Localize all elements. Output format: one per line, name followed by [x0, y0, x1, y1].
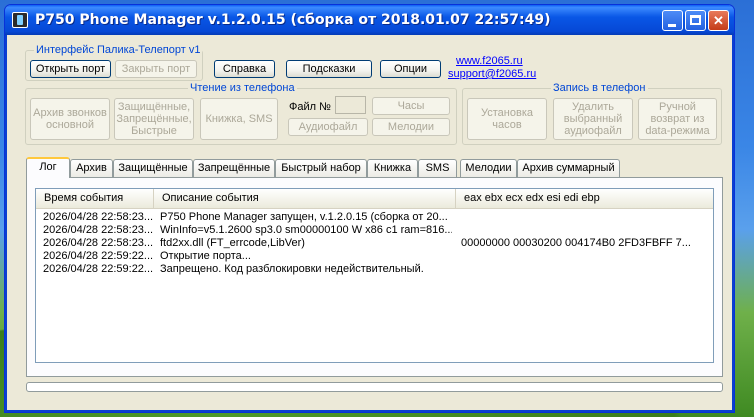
row-description: Открытие порта...	[160, 250, 251, 262]
row-description: Запрещено. Код разблокировки недействите…	[160, 263, 424, 275]
column-description[interactable]: Описание события	[154, 189, 456, 208]
tab-phonebook[interactable]: Книжка	[367, 159, 418, 177]
log-listview[interactable]: Время события Описание события eax ebx e…	[35, 188, 714, 363]
manual-return-line1: Ручной	[659, 101, 696, 113]
row-description: WinInfo=v5.1.2600 sp3.0 sm00000100 W x86…	[160, 224, 452, 236]
protected-line1: Защищённые,	[117, 101, 191, 113]
tab-log[interactable]: Лог	[26, 157, 70, 178]
row-registers	[461, 250, 711, 263]
row-time: 2026/04/28 22:58:23...	[43, 211, 153, 223]
row-registers: 00000000 00030200 004174B0 2FD3FBFF 7...	[461, 237, 691, 249]
delete-audio-button[interactable]: Удалить выбранный аудиофайл	[553, 98, 633, 140]
tab-forbidden[interactable]: Запрещённые	[193, 159, 275, 177]
audio-file-button[interactable]: Аудиофайл	[288, 118, 368, 136]
close-button[interactable]: ✕	[708, 10, 729, 31]
set-clock-line1: Установка	[481, 107, 533, 119]
column-registers[interactable]: eax ebx ecx edx esi edi ebp	[456, 189, 715, 208]
progress-bar	[26, 382, 723, 392]
clock-read-button[interactable]: Часы	[372, 97, 450, 115]
table-row[interactable]: 2026/04/28 22:58:23... P750 Phone Manage…	[36, 211, 713, 224]
title-bar[interactable]: P750 Phone Manager v.1.2.0.15 (сборка от…	[5, 5, 734, 35]
minimize-icon	[668, 24, 676, 27]
row-description: ftd2xx.dll (FT_errcode,LibVer)	[160, 237, 305, 249]
log-tab-panel: Время события Описание события eax ebx e…	[26, 177, 723, 377]
table-row[interactable]: 2026/04/28 22:59:22... Запрещено. Код ра…	[36, 263, 713, 276]
row-registers	[461, 263, 711, 276]
tab-speed-dial[interactable]: Быстрый набор	[275, 159, 367, 177]
close-icon: ✕	[713, 13, 724, 28]
options-button[interactable]: Опции	[380, 60, 441, 78]
delete-audio-line1: Удалить	[572, 101, 614, 113]
set-clock-button[interactable]: Установка часов	[467, 98, 547, 140]
table-row[interactable]: 2026/04/28 22:58:23... ftd2xx.dll (FT_er…	[36, 237, 713, 250]
log-header: Время события Описание события eax ebx e…	[36, 189, 713, 209]
row-registers	[461, 211, 711, 224]
row-time: 2026/04/28 22:59:22...	[43, 250, 153, 262]
tab-archive[interactable]: Архив	[70, 159, 113, 177]
tab-protected[interactable]: Защищённые	[113, 159, 193, 177]
close-port-button[interactable]: Закрыть порт	[115, 60, 197, 78]
protected-button[interactable]: Защищённые, Запрещённые, Быстрые	[114, 98, 194, 140]
melodies-button[interactable]: Мелодии	[372, 118, 450, 136]
call-archive-line1: Архив звонков	[33, 107, 107, 119]
manual-return-button[interactable]: Ручной возврат из data-режима	[638, 98, 717, 140]
row-time: 2026/04/28 22:59:22...	[43, 263, 153, 275]
row-description: P750 Phone Manager запущен, v.1.2.0.15 (…	[160, 211, 448, 223]
help-button[interactable]: Справка	[214, 60, 275, 78]
maximize-button[interactable]	[685, 10, 706, 31]
site-link[interactable]: www.f2065.ru	[456, 55, 523, 67]
row-time: 2026/04/28 22:58:23...	[43, 224, 153, 236]
row-time: 2026/04/28 22:58:23...	[43, 237, 153, 249]
protected-line2: Запрещённые,	[116, 113, 192, 125]
interface-group-label: Интерфейс Палика-Телепорт v1	[34, 44, 203, 56]
file-number-label: Файл №	[289, 101, 331, 113]
delete-audio-line2: выбранный	[563, 113, 623, 125]
app-icon	[12, 12, 28, 28]
window-title: P750 Phone Manager v.1.2.0.15 (сборка от…	[35, 12, 551, 28]
hints-button[interactable]: Подсказки	[286, 60, 372, 78]
main-window: P750 Phone Manager v.1.2.0.15 (сборка от…	[4, 4, 735, 413]
column-time[interactable]: Время события	[36, 189, 154, 208]
tab-sms[interactable]: SMS	[418, 159, 457, 177]
tab-archive-summary[interactable]: Архив суммарный	[517, 159, 620, 177]
row-registers	[461, 224, 711, 237]
minimize-button[interactable]	[662, 10, 683, 31]
write-group-label: Запись в телефон	[551, 82, 648, 94]
file-number-field[interactable]	[335, 96, 366, 114]
manual-return-line3: data-режима	[645, 125, 710, 137]
book-sms-button[interactable]: Книжка, SMS	[200, 98, 278, 140]
email-link[interactable]: support@f2065.ru	[448, 68, 536, 80]
call-archive-line2: основной	[45, 119, 94, 131]
call-archive-button[interactable]: Архив звонков основной	[30, 98, 110, 140]
set-clock-line2: часов	[492, 119, 522, 131]
protected-line3: Быстрые	[131, 125, 177, 137]
tab-melodies[interactable]: Мелодии	[460, 159, 517, 177]
table-row[interactable]: 2026/04/28 22:58:23... WinInfo=v5.1.2600…	[36, 224, 713, 237]
maximize-icon	[690, 15, 701, 25]
delete-audio-line3: аудиофайл	[564, 125, 622, 137]
open-port-button[interactable]: Открыть порт	[30, 60, 111, 78]
table-row[interactable]: 2026/04/28 22:59:22... Открытие порта...	[36, 250, 713, 263]
read-group-label: Чтение из телефона	[188, 82, 297, 94]
manual-return-line2: возврат из	[650, 113, 705, 125]
